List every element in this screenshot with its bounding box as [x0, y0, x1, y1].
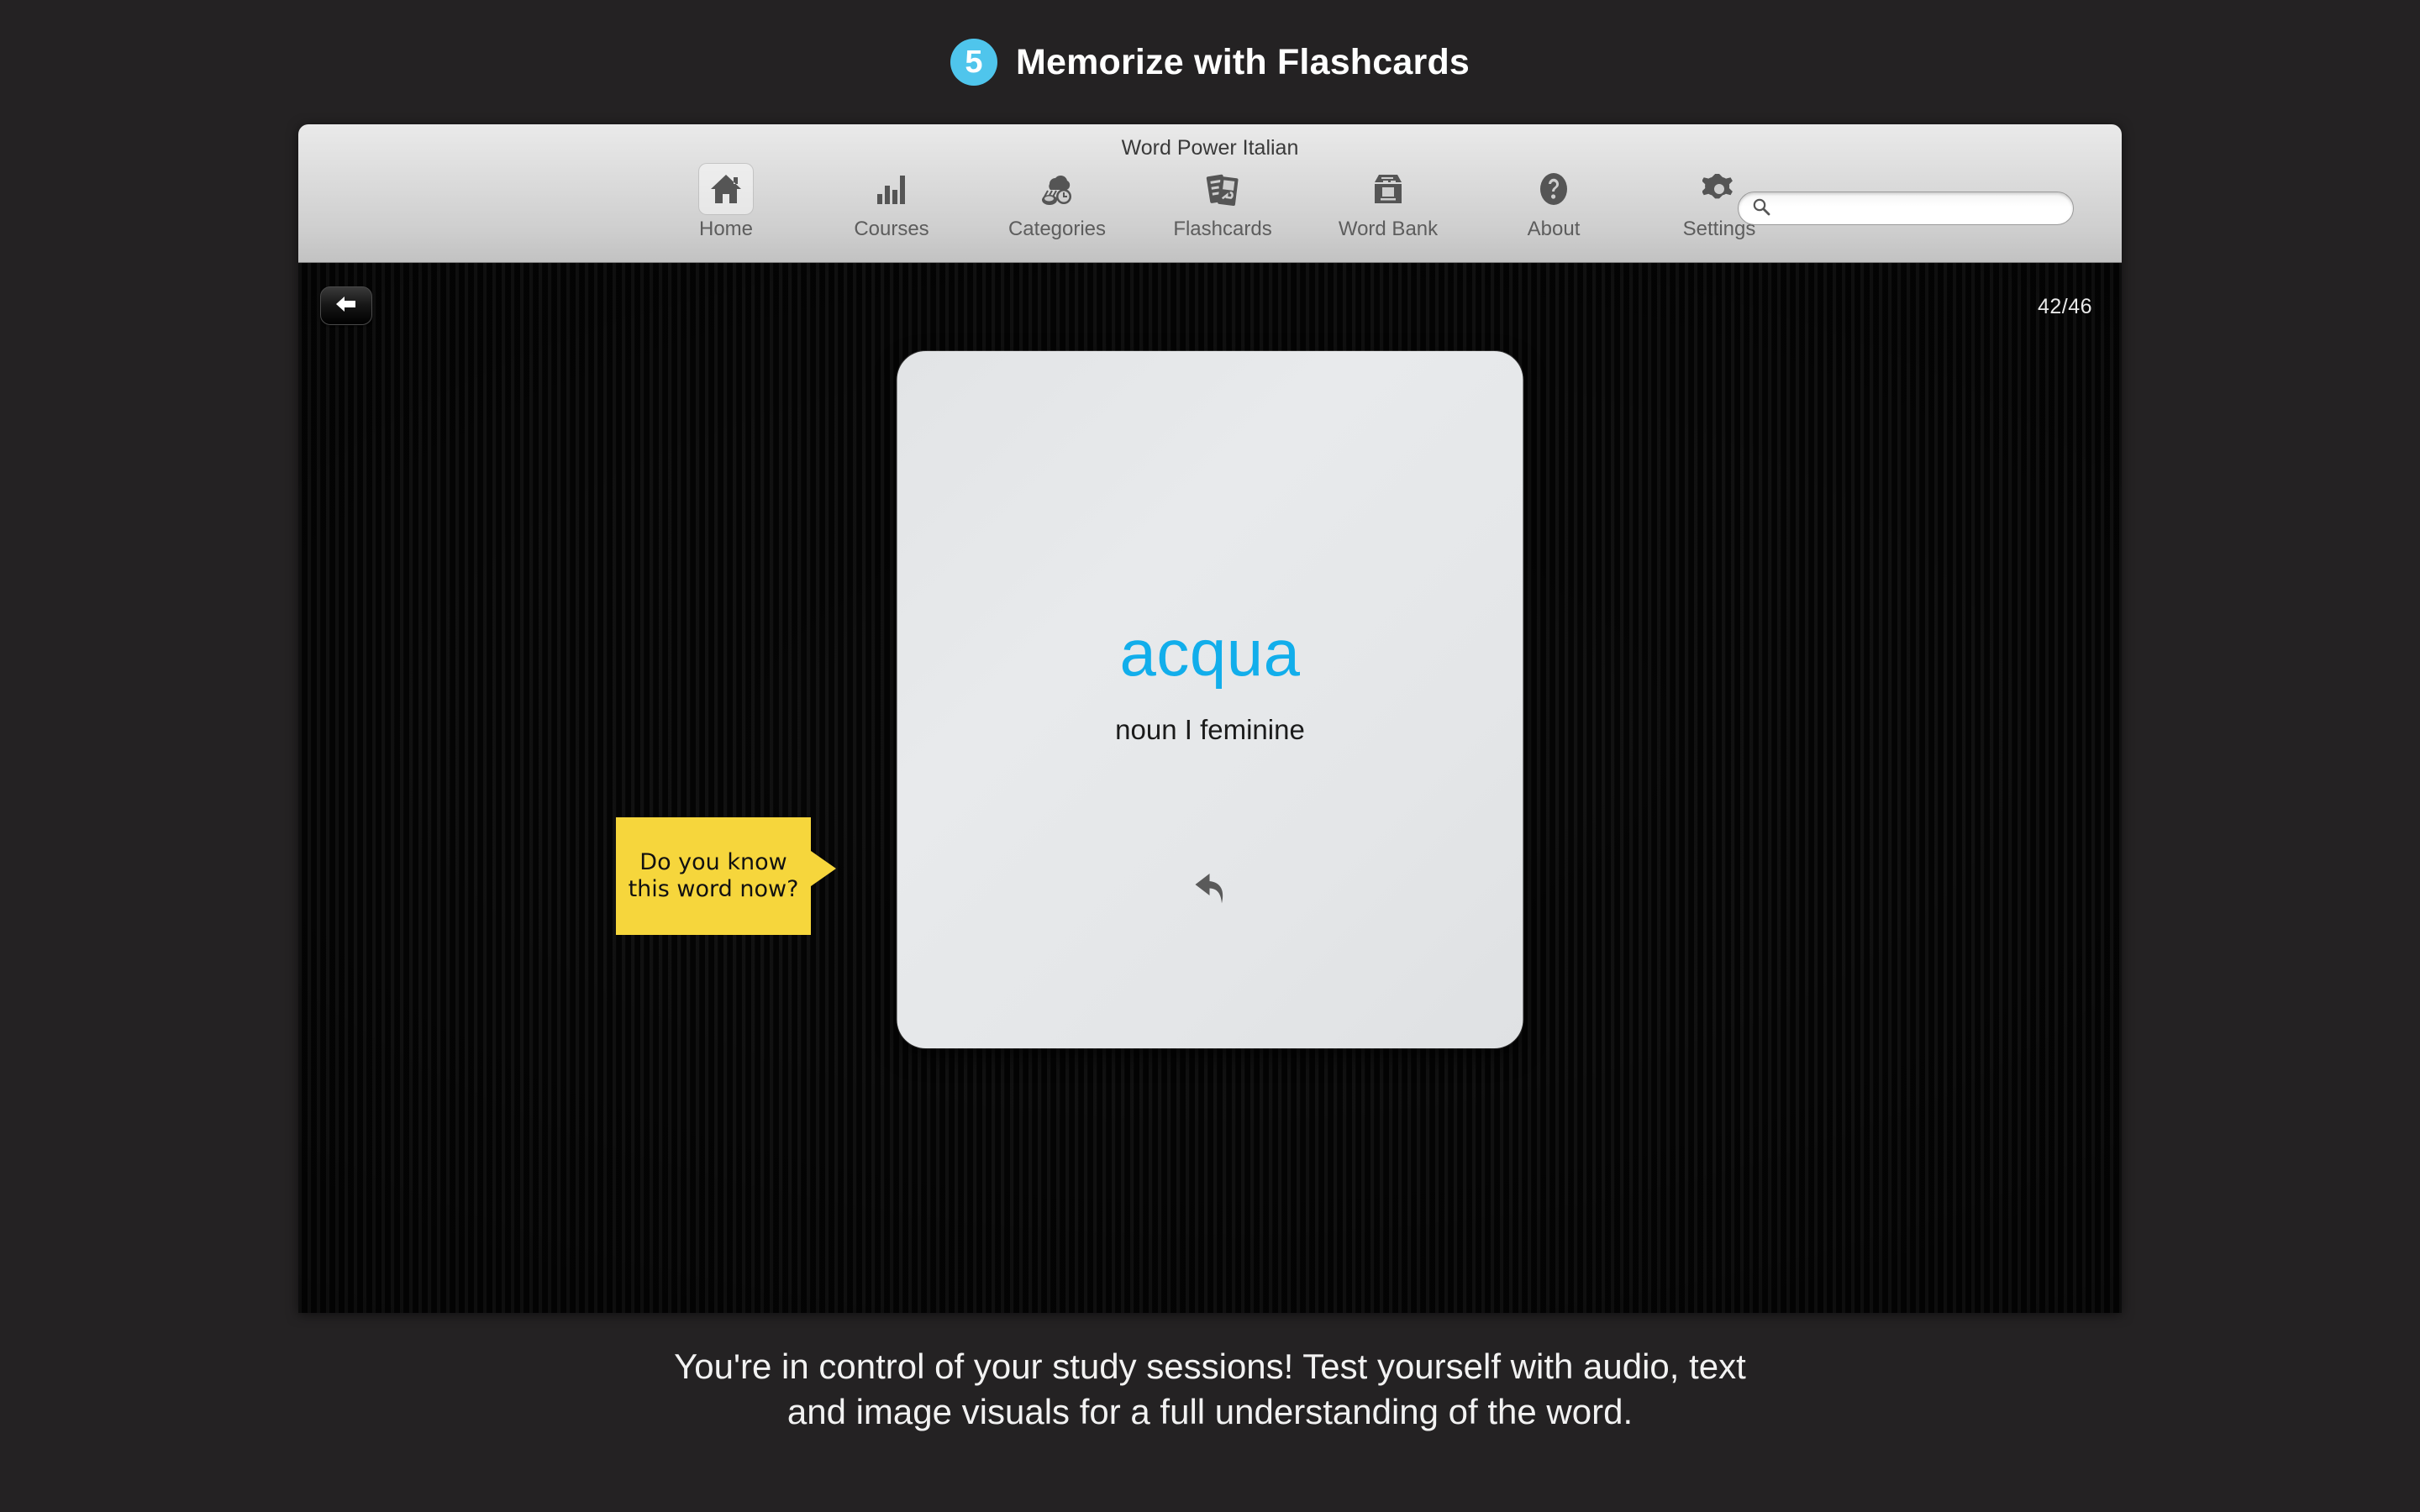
toolbar-item-flashcards[interactable]: Flashcards	[1164, 163, 1281, 241]
callout-arrow	[811, 851, 836, 886]
promo-header: 5 Memorize with Flashcards	[0, 0, 2420, 124]
callout-body: Do you know this word now?	[616, 817, 811, 935]
flashcard[interactable]: acqua noun I feminine	[897, 351, 1523, 1048]
toolbar-label-home: Home	[698, 218, 754, 240]
search-input[interactable]	[1777, 198, 2054, 218]
toolbar-label-about: About	[1527, 218, 1581, 240]
question-mark-icon	[1526, 163, 1581, 215]
flashcards-icon	[1195, 163, 1250, 215]
caption-line-1: You're in control of your study sessions…	[674, 1347, 1746, 1386]
flashcard-part-of-speech: noun I feminine	[1115, 714, 1305, 745]
promo-title: Memorize with Flashcards	[1015, 41, 1470, 82]
search-box[interactable]	[1738, 192, 2074, 225]
toolbar-item-about[interactable]: About	[1495, 163, 1612, 241]
cloud-clock-icon	[1029, 163, 1085, 215]
toolbar-label-word-bank: Word Bank	[1338, 218, 1439, 240]
toolbar-item-courses[interactable]: Courses	[833, 163, 950, 241]
house-icon	[698, 163, 754, 215]
search-icon	[1752, 197, 1770, 220]
back-button[interactable]	[320, 286, 372, 325]
file-box-icon	[1360, 163, 1416, 215]
toolbar-label-word-flashcards: Flashcards	[1173, 218, 1272, 240]
flashcard-stage: 42/46 acqua noun I feminine Do you know …	[298, 263, 2122, 1313]
toolbar-item-word-bank[interactable]: Word Bank	[1329, 163, 1447, 241]
promo-caption: You're in control of your study sessions…	[0, 1344, 2420, 1435]
callout-bubble: Do you know this word now?	[616, 817, 836, 935]
app-toolbar: Word Power Italian Home Courses Categori…	[298, 124, 2122, 263]
bar-chart-icon	[864, 163, 919, 215]
toolbar-label-courses: Courses	[854, 218, 929, 240]
card-counter: 42/46	[2037, 295, 2092, 318]
toolbar-item-home[interactable]: Home	[667, 163, 785, 241]
flashcard-word: acqua	[1119, 616, 1301, 690]
step-number-badge: 5	[950, 39, 997, 86]
flip-back-arrow-icon[interactable]	[1184, 864, 1236, 920]
callout-text: Do you know this word now?	[628, 849, 799, 902]
app-window: Word Power Italian Home Courses Categori…	[298, 124, 2122, 1313]
caption-line-2: and image visuals for a full understandi…	[786, 1391, 1634, 1431]
left-arrow-icon	[334, 294, 359, 318]
window-title: Word Power Italian	[1121, 136, 1299, 160]
toolbar-item-categories[interactable]: Categories	[998, 163, 1116, 241]
toolbar-label-categories: Categories	[1007, 218, 1107, 240]
